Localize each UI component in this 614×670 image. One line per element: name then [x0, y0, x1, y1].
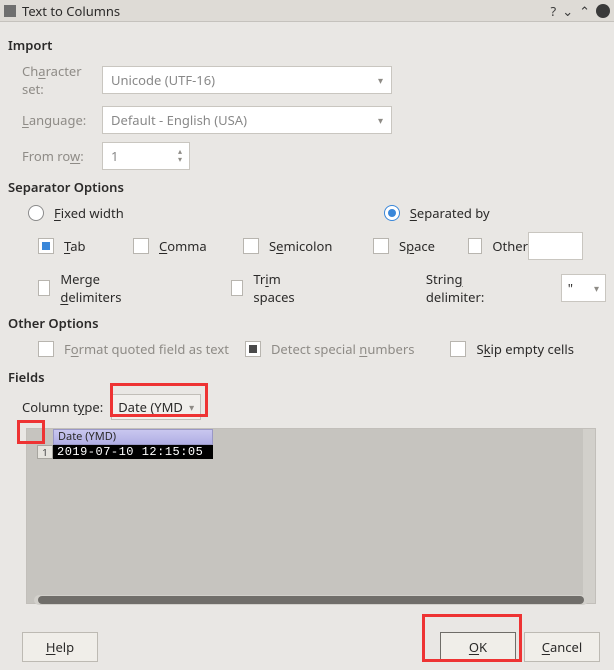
ok-button[interactable]: OK [440, 632, 516, 662]
preview-column-header[interactable]: Date (YMD) [53, 429, 213, 445]
check-tab[interactable]: Tab [38, 237, 133, 255]
language-value: Default - English (USA) [111, 111, 247, 129]
radio-icon [384, 205, 400, 221]
fromrow-label: From row: [8, 147, 102, 165]
checkbox-icon [231, 280, 243, 296]
check-semicolon[interactable]: Semicolon [243, 237, 373, 255]
titlebar: Text to Columns ? ⌄ ⌃ ✕ [0, 0, 614, 22]
language-label: Language: [8, 111, 102, 129]
cancel-button[interactable]: Cancel [524, 632, 600, 662]
column-type-label: Column type: [22, 398, 103, 416]
checkbox-icon [450, 341, 466, 357]
help-button[interactable]: Help [22, 632, 98, 662]
language-combo[interactable]: Default - English (USA) ▾ [102, 106, 392, 134]
string-delimiter-label: String delimiter: [426, 270, 501, 306]
menu-down-icon[interactable]: ⌄ [562, 2, 573, 20]
checkbox-icon [38, 280, 50, 296]
preview-row-number: 1 [37, 445, 53, 459]
checkbox-icon [243, 238, 259, 254]
radio-fixed-width[interactable]: Fixed width [28, 204, 124, 222]
close-icon[interactable]: ✕ [596, 4, 610, 18]
charset-combo[interactable]: Unicode (UTF-16) ▾ [102, 66, 392, 94]
scrollbar-vertical[interactable] [583, 429, 595, 603]
chevron-down-icon: ▾ [378, 73, 383, 87]
window-controls: ? ⌄ ⌃ ✕ [551, 2, 610, 20]
chevron-down-icon: ▾ [594, 281, 599, 295]
radio-separated-label: Separated by [410, 204, 490, 222]
radio-separated-by[interactable]: Separated by [384, 204, 490, 222]
section-fields-title: Fields [8, 368, 606, 386]
dialog-footer: Help OK Cancel [0, 632, 614, 662]
column-type-combo[interactable]: Date (YMD ▾ [111, 394, 201, 420]
string-delimiter-combo[interactable]: " ▾ [561, 274, 606, 302]
checkbox-icon [133, 238, 149, 254]
fields-preview[interactable]: Date (YMD) 1 2019-07-10 12:15:05 [26, 428, 596, 604]
section-other-title: Other Options [8, 314, 606, 332]
fromrow-value: 1 [111, 147, 118, 165]
checkbox-icon [38, 238, 54, 254]
fromrow-spin[interactable]: 1 ▴▾ [102, 142, 190, 170]
chevron-down-icon: ▾ [189, 400, 194, 414]
window-icon [4, 5, 16, 17]
help-button-icon[interactable]: ? [551, 2, 557, 20]
check-other[interactable]: Other [468, 237, 528, 255]
radio-icon [28, 205, 44, 221]
window-title: Text to Columns [22, 2, 551, 20]
checkbox-icon [468, 238, 482, 254]
menu-up-icon[interactable]: ⌃ [579, 2, 590, 20]
charset-value: Unicode (UTF-16) [111, 71, 215, 89]
check-merge-delimiters[interactable]: Merge delimiters [38, 270, 137, 306]
section-import-title: Import [8, 36, 606, 54]
checkbox-icon [373, 238, 389, 254]
other-separator-input[interactable] [528, 232, 583, 260]
preview-cell: 2019-07-10 12:15:05 [53, 445, 213, 459]
check-format-quoted[interactable]: Format quoted field as text [38, 340, 229, 358]
charset-label: Character set: [8, 62, 102, 98]
radio-fixed-label: Fixed width [54, 204, 124, 222]
check-space[interactable]: Space [373, 237, 468, 255]
check-comma[interactable]: Comma [133, 237, 243, 255]
section-separator-title: Separator Options [8, 178, 606, 196]
check-detect-numbers[interactable]: Detect special numbers [245, 340, 415, 358]
checkbox-icon [245, 341, 261, 357]
check-trim-spaces[interactable]: Trim spaces [231, 270, 306, 306]
checkbox-icon [38, 341, 54, 357]
spin-buttons[interactable]: ▴▾ [173, 145, 187, 167]
scrollbar-horizontal[interactable] [34, 595, 588, 605]
check-skip-empty[interactable]: Skip empty cells [450, 340, 574, 358]
chevron-down-icon: ▾ [378, 113, 383, 127]
